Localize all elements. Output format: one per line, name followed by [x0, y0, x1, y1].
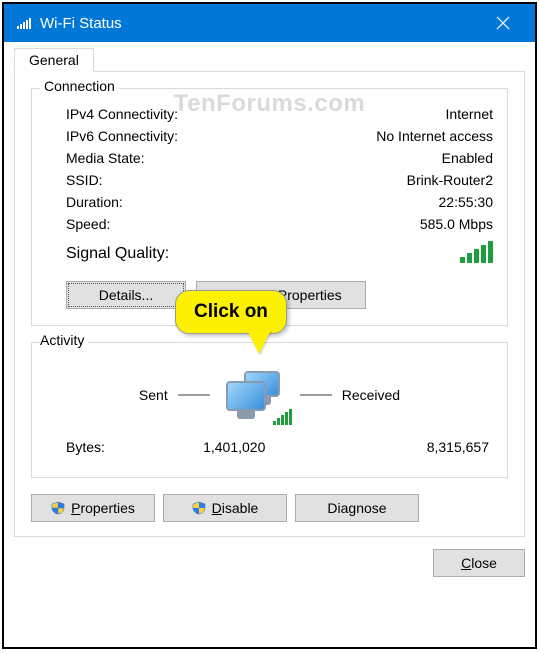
sent-label: Sent — [139, 387, 168, 403]
row-ssid: SSID: Brink-Router2 — [46, 169, 493, 191]
ssid-label: SSID: — [66, 172, 103, 188]
speed-value: 585.0 Mbps — [420, 216, 493, 232]
connection-label: Connection — [40, 78, 119, 94]
ipv6-label: IPv6 Connectivity: — [66, 128, 178, 144]
signal-bars-icon — [460, 239, 493, 263]
callout-annotation: Click on — [175, 290, 287, 334]
ssid-value: Brink-Router2 — [407, 172, 493, 188]
properties-button[interactable]: Properties — [31, 494, 155, 522]
ipv6-value: No Internet access — [376, 128, 493, 144]
row-duration: Duration: 22:55:30 — [46, 191, 493, 213]
duration-label: Duration: — [66, 194, 123, 210]
diagnose-button[interactable]: Diagnose — [295, 494, 419, 522]
signal-label: Signal Quality: — [66, 245, 169, 263]
shield-icon — [192, 501, 206, 515]
tab-content: TenForums.com Connection IPv4 Connectivi… — [14, 71, 525, 537]
row-speed: Speed: 585.0 Mbps — [46, 213, 493, 235]
tab-strip: General — [14, 48, 525, 72]
close-icon[interactable] — [483, 4, 523, 42]
details-button[interactable]: Details... — [66, 281, 186, 309]
row-media: Media State: Enabled — [46, 147, 493, 169]
activity-diagram: Sent Received — [46, 367, 493, 423]
activity-group: Activity Sent Received — [31, 342, 508, 478]
tab-general[interactable]: General — [14, 48, 94, 72]
received-label: Received — [342, 387, 400, 403]
media-label: Media State: — [66, 150, 145, 166]
disable-button[interactable]: Disable — [163, 494, 287, 522]
media-value: Enabled — [442, 150, 493, 166]
bytes-row: Bytes: 1,401,020 8,315,657 — [46, 423, 493, 461]
titlebar: Wi-Fi Status — [4, 4, 535, 42]
speed-label: Speed: — [66, 216, 110, 232]
row-signal: Signal Quality: — [46, 235, 493, 271]
window-title: Wi-Fi Status — [40, 15, 483, 32]
row-ipv4: IPv4 Connectivity: Internet — [46, 103, 493, 125]
callout-text: Click on — [175, 290, 287, 334]
wifi-status-icon — [16, 15, 32, 31]
ipv4-label: IPv4 Connectivity: — [66, 106, 178, 122]
bytes-label: Bytes: — [66, 439, 166, 455]
bytes-sent-value: 1,401,020 — [166, 439, 353, 455]
activity-label: Activity — [40, 332, 88, 348]
ipv4-value: Internet — [446, 106, 493, 122]
bytes-received-value: 8,315,657 — [353, 439, 490, 455]
network-monitors-icon — [220, 367, 290, 423]
duration-value: 22:55:30 — [439, 194, 494, 210]
close-button[interactable]: Close — [433, 549, 525, 577]
shield-icon — [51, 501, 65, 515]
row-ipv6: IPv6 Connectivity: No Internet access — [46, 125, 493, 147]
